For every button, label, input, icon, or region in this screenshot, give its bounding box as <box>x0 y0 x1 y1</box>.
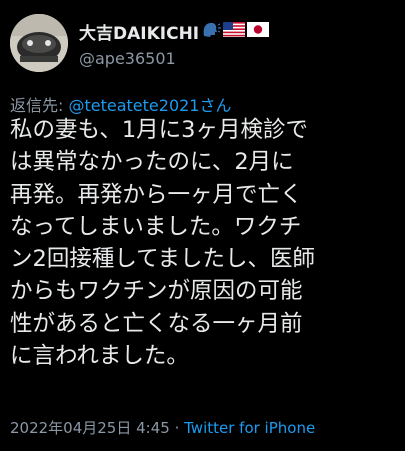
speaking-head-icon <box>201 20 222 42</box>
meta-separator: · <box>169 419 185 437</box>
avatar[interactable] <box>10 14 68 72</box>
tweet-line: に言われました。 <box>10 343 189 370</box>
tweet-line: からもワクチンが原因の可能 <box>10 278 303 305</box>
tweet-timestamp[interactable]: 2022年04月25日 4:45 <box>10 419 170 437</box>
user-handle[interactable]: @ape36501 <box>79 49 269 68</box>
tweet-line: 性があると亡くなる一ヶ月前 <box>10 310 303 337</box>
display-name-row[interactable]: 大吉DAIKICHI <box>79 19 270 44</box>
reply-target-link[interactable]: @teteatete2021さん <box>68 96 231 115</box>
japan-flag-icon <box>247 21 270 41</box>
us-flag-icon <box>223 21 246 41</box>
tweet-source-link[interactable]: Twitter for iPhone <box>184 419 315 437</box>
tweet-header: 大吉DAIKICHI @ape36501 <box>10 14 270 72</box>
tweet-meta: 2022年04月25日 4:45 · Twitter for iPhone <box>10 417 315 438</box>
reply-prefix: 返信先: <box>10 96 69 115</box>
tweet-line: なってしまいました。ワクチ <box>10 213 302 240</box>
reply-context: 返信先: @teteatete2021さん <box>10 92 231 116</box>
tweet-line: ン2回接種してましたし、医師 <box>10 246 316 273</box>
user-names: 大吉DAIKICHI @ape36501 <box>79 19 270 68</box>
tweet-line: は異常なかったのに、2月に <box>10 149 294 176</box>
display-name[interactable]: 大吉DAIKICHI <box>79 19 199 44</box>
tweet-line: 再発。再発から一ヶ月で亡く <box>10 181 303 208</box>
tweet-line: 私の妻も、1月に3ヶ月検診で <box>10 117 308 143</box>
tweet-body: 私の妻も、1月に3ヶ月検診で は異常なかったのに、2月に 再発。再発から一ヶ月で… <box>10 114 400 372</box>
